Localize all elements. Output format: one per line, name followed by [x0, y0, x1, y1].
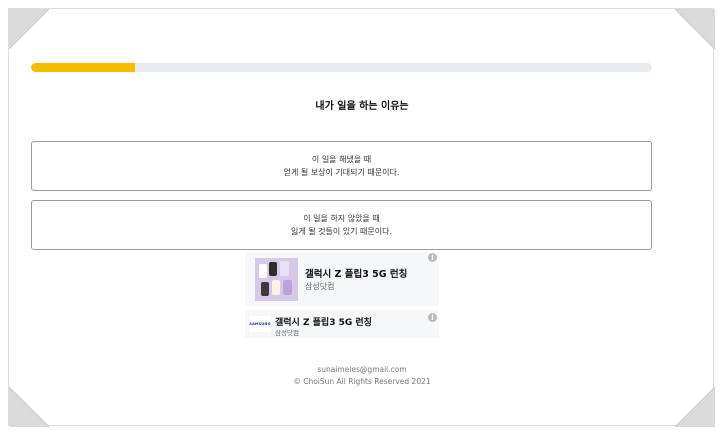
corner-fold-top-left — [9, 9, 49, 49]
footer: sunaimeles@gmail.com © ChoiSun All Right… — [0, 364, 724, 388]
corner-fold-bottom-right — [675, 387, 715, 427]
progress-bar — [31, 63, 652, 72]
ad-advertiser: 삼성닷컴 — [305, 282, 335, 291]
info-icon[interactable]: i — [428, 313, 437, 322]
info-icon[interactable]: i — [428, 253, 437, 262]
ad-banner-large[interactable]: 갤럭시 Z 플립3 5G 런칭 삼성닷컴 i — [245, 253, 439, 306]
footer-copyright: © ChoiSun All Rights Reserved 2021 — [293, 377, 431, 386]
corner-fold-top-right — [675, 9, 715, 49]
answer-option-2-line2: 잃게 될 것들이 있기 때문이다. — [290, 227, 393, 236]
answer-option-1[interactable]: 이 일을 해냈을 때 얻게 될 보상이 기대되기 때문이다. — [31, 141, 652, 191]
progress-bar-fill — [31, 63, 135, 72]
phones-image — [255, 258, 298, 301]
ad-banner-small[interactable]: SAMSUNG 갤럭시 Z 플립3 5G 런칭 삼성닷컴 i — [245, 310, 439, 338]
ad-advertiser: 삼성닷컴 — [275, 329, 299, 337]
samsung-logo: SAMSUNG — [249, 316, 271, 332]
answer-option-2[interactable]: 이 일을 하지 않았을 때 잃게 될 것들이 있기 때문이다. — [31, 200, 652, 250]
samsung-logo-text: SAMSUNG — [249, 322, 271, 326]
ad-title: 갤럭시 Z 플립3 5G 런칭 — [305, 269, 408, 280]
footer-email[interactable]: sunaimeles@gmail.com — [0, 364, 724, 376]
corner-fold-bottom-left — [9, 387, 49, 427]
answer-option-1-line2: 얻게 될 보상이 기대되기 때문이다. — [283, 168, 400, 177]
question-title: 내가 일을 하는 이유는 — [315, 101, 409, 112]
answer-option-2-line1: 이 일을 하지 않았을 때 — [303, 214, 380, 223]
answer-option-1-line1: 이 일을 해냈을 때 — [311, 155, 372, 164]
